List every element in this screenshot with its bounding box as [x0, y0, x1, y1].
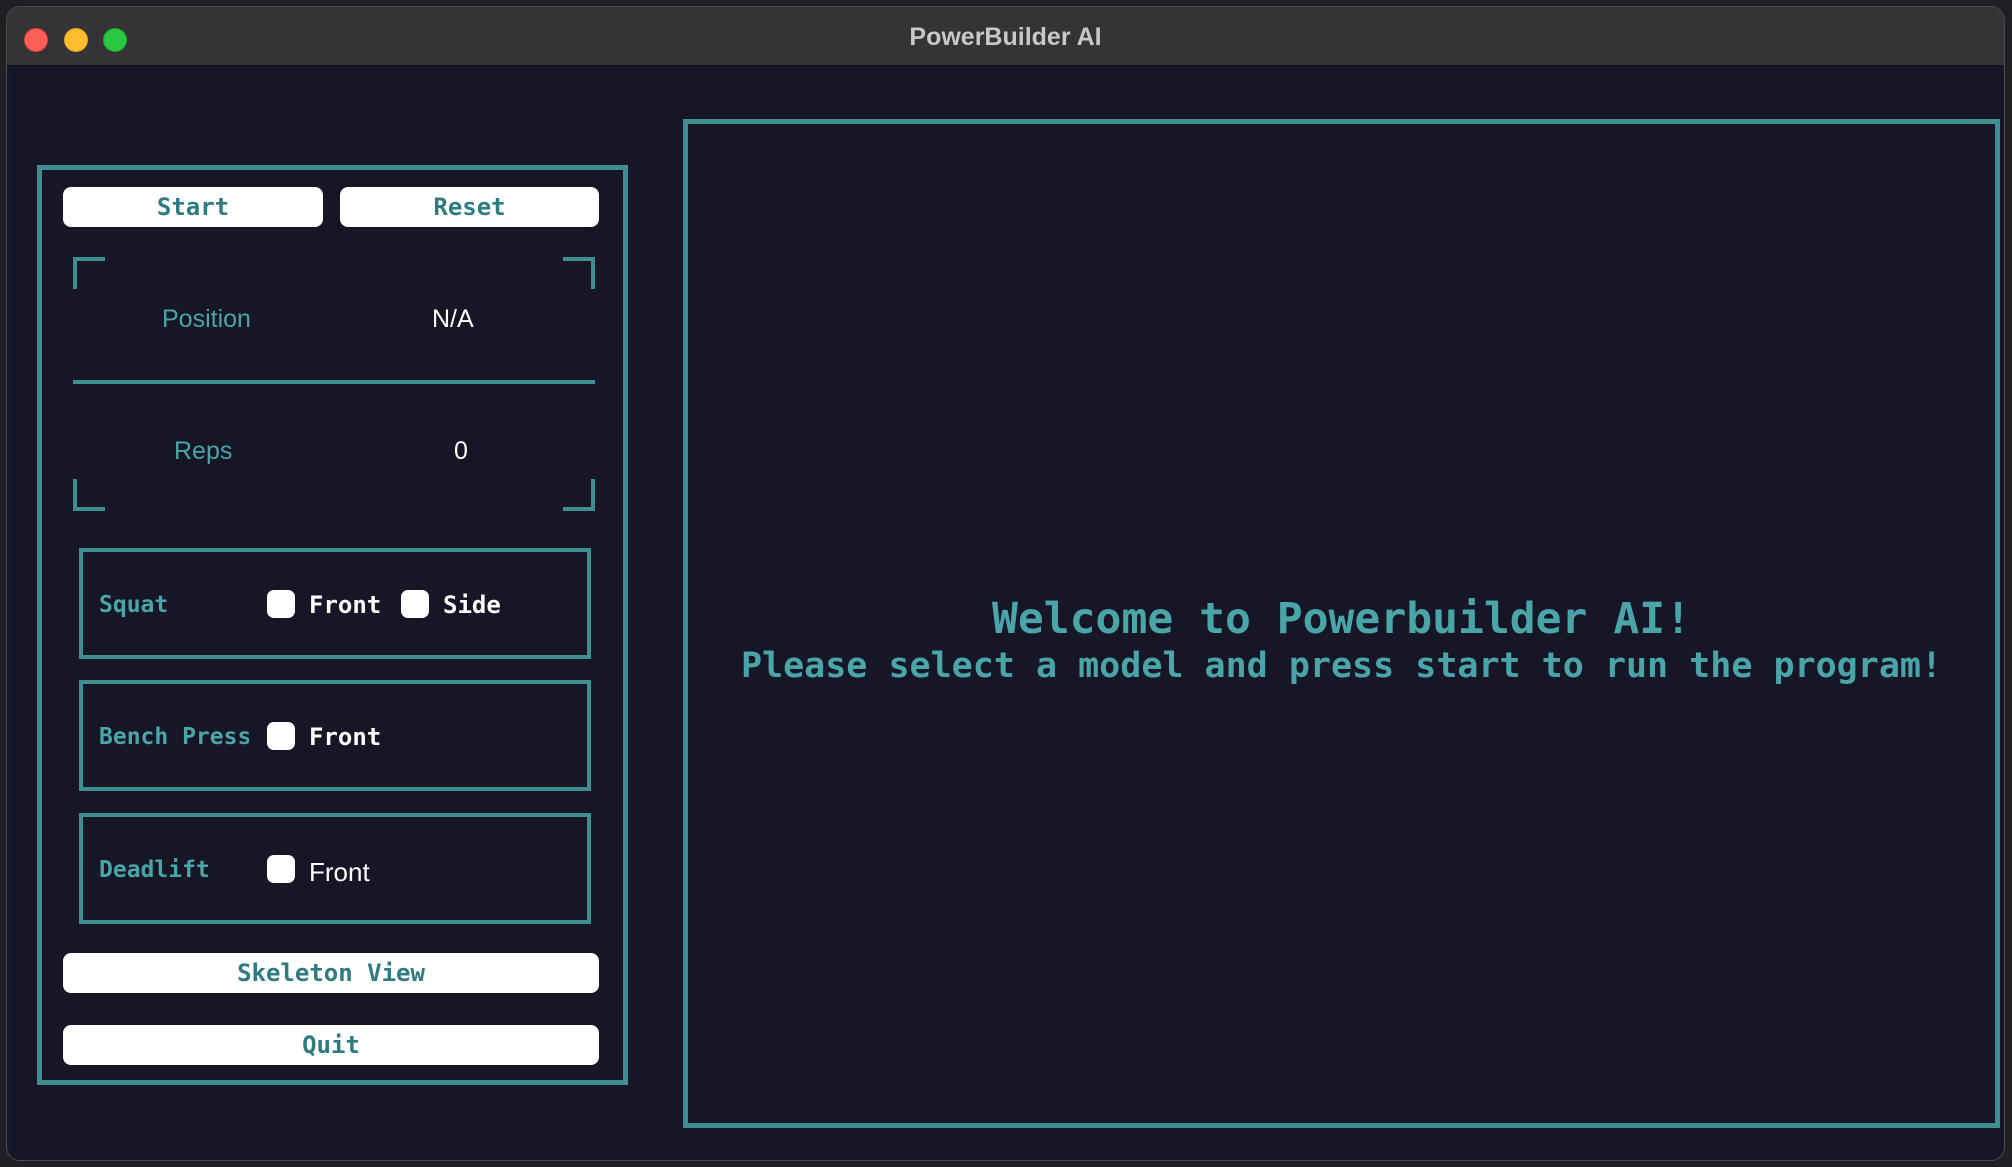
video-viewport: Welcome to Powerbuilder AI! Please selec…	[683, 119, 2000, 1128]
frame-corner	[563, 479, 595, 511]
squat-group: Squat Front Side	[79, 548, 591, 659]
control-panel: Start Reset Position N/A Reps 0 Squat Fr…	[37, 165, 628, 1085]
squat-side-label[interactable]: Side	[443, 591, 501, 619]
frame-corner	[73, 257, 105, 289]
position-value: N/A	[432, 305, 474, 333]
app-content: Start Reset Position N/A Reps 0 Squat Fr…	[11, 69, 2004, 1160]
bench-press-group: Bench Press Front	[79, 680, 591, 791]
app-window: PowerBuilder AI Start Reset Position N/A…	[6, 6, 2005, 1161]
bench-front-label[interactable]: Front	[309, 723, 381, 751]
bench-press-label: Bench Press	[99, 724, 249, 750]
start-button[interactable]: Start	[63, 187, 323, 227]
frame-corner	[73, 479, 105, 511]
quit-button[interactable]: Quit	[63, 1025, 599, 1065]
reps-value: 0	[454, 437, 468, 465]
reset-button[interactable]: Reset	[340, 187, 599, 227]
squat-label: Squat	[99, 592, 169, 618]
deadlift-front-label[interactable]: Front	[309, 857, 370, 888]
position-label: Position	[162, 305, 251, 333]
welcome-heading: Welcome to Powerbuilder AI!	[992, 594, 1691, 644]
title-bar: PowerBuilder AI	[7, 7, 2004, 66]
welcome-subheading: Please select a model and press start to…	[740, 646, 1943, 686]
deadlift-group: Deadlift Front	[79, 813, 591, 924]
skeleton-view-button[interactable]: Skeleton View	[63, 953, 599, 993]
stats-divider	[73, 380, 595, 384]
deadlift-label: Deadlift	[99, 857, 210, 883]
deadlift-front-checkbox[interactable]	[267, 855, 295, 883]
window-title: PowerBuilder AI	[909, 23, 1102, 51]
frame-corner	[563, 257, 595, 289]
stats-panel: Position N/A Reps 0	[73, 257, 595, 511]
reps-label: Reps	[174, 437, 233, 465]
squat-front-checkbox[interactable]	[267, 590, 295, 618]
bench-front-checkbox[interactable]	[267, 722, 295, 750]
squat-side-checkbox[interactable]	[401, 590, 429, 618]
squat-front-label[interactable]: Front	[309, 591, 381, 619]
